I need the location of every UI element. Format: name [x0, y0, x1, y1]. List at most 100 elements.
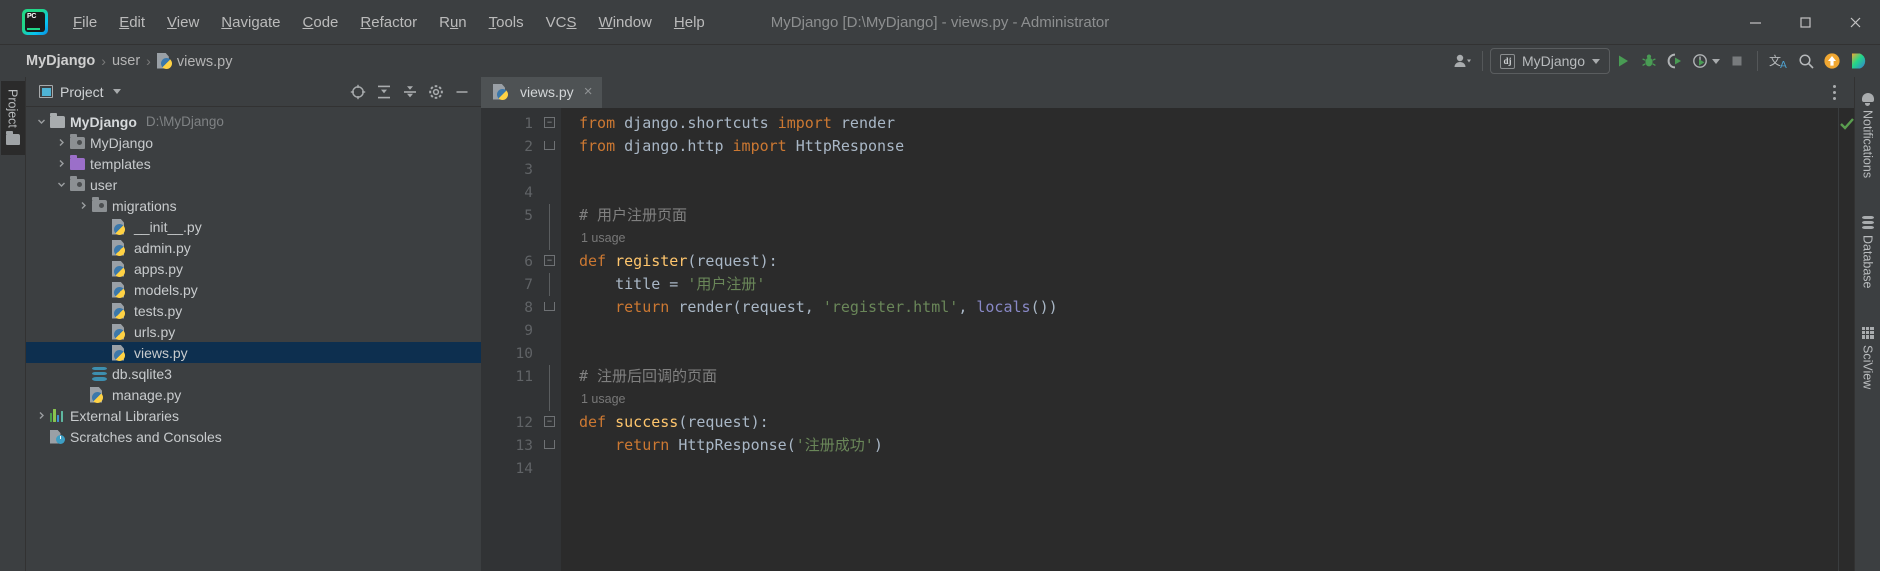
code-folding-gutter[interactable]: − − − — [541, 108, 561, 571]
fold-line: − — [541, 250, 561, 273]
menu-item-window[interactable]: Window — [588, 10, 663, 35]
fold-collapse-icon[interactable]: − — [544, 117, 555, 128]
fold-line — [541, 227, 561, 250]
sidebar-item-database[interactable]: Database — [1856, 208, 1880, 299]
code-text[interactable]: from django.shortcuts import render from… — [561, 108, 1838, 571]
tree-row-manage-py[interactable]: manage.py — [26, 384, 481, 405]
tree-label: tests.py — [134, 302, 183, 319]
run-button[interactable] — [1610, 48, 1636, 74]
fold-end-icon[interactable] — [544, 440, 555, 449]
hide-button[interactable] — [450, 80, 474, 104]
translate-button[interactable]: 文 A — [1765, 48, 1793, 74]
run-configuration-selector[interactable]: dj MyDjango — [1489, 48, 1610, 74]
inspection-gutter[interactable] — [1838, 108, 1854, 571]
breadcrumb-file-label: views.py — [176, 53, 233, 70]
select-opened-file-button[interactable] — [346, 80, 370, 104]
chevron-down-icon[interactable] — [54, 180, 68, 189]
fold-line — [541, 319, 561, 342]
run-coverage-button[interactable] — [1662, 48, 1688, 74]
menu-item-help[interactable]: Help — [663, 10, 716, 35]
tree-row-templates[interactable]: templates — [26, 153, 481, 174]
fold-line — [541, 204, 561, 227]
tree-row-init-py[interactable]: __init__.py — [26, 216, 481, 237]
menu-item-refactor[interactable]: Refactor — [349, 10, 428, 35]
chevron-right-icon[interactable] — [54, 159, 68, 168]
chevron-right-icon[interactable] — [34, 411, 48, 420]
menu-item-vcs[interactable]: VCS — [535, 10, 588, 35]
editor-tab-bar: views.py × — [481, 77, 1854, 108]
project-tree[interactable]: MyDjango D:\MyDjango MyDjango templates — [26, 107, 481, 571]
tree-row-mydjango-module[interactable]: MyDjango — [26, 132, 481, 153]
chevron-down-icon[interactable] — [112, 89, 121, 94]
menu-item-file[interactable]: File — [62, 10, 108, 35]
breadcrumb-item-folder[interactable]: user — [108, 51, 144, 71]
fold-collapse-icon[interactable]: − — [544, 416, 555, 427]
inspection-ok-icon[interactable] — [1840, 117, 1854, 135]
django-icon: dj — [1499, 53, 1515, 69]
project-panel-title: Project — [60, 83, 104, 100]
tree-row-mydjango-root[interactable]: MyDjango D:\MyDjango — [26, 111, 481, 132]
tree-row-migrations[interactable]: migrations — [26, 195, 481, 216]
code-line-7: title = '用户注册' — [579, 275, 766, 293]
left-stripe-label: Project — [5, 89, 20, 128]
code-editor[interactable]: 1 2 3 4 5 6 7 8 H 9 10 11 12 — [481, 108, 1854, 571]
menu-item-view[interactable]: View — [156, 10, 210, 35]
line-number: 7 — [524, 276, 533, 293]
menu-item-navigate[interactable]: Navigate — [210, 10, 291, 35]
minimize-button[interactable] — [1730, 0, 1780, 44]
tree-row-admin-py[interactable]: admin.py — [26, 237, 481, 258]
stop-button[interactable] — [1724, 48, 1750, 74]
tree-row-user[interactable]: user — [26, 174, 481, 195]
fold-collapse-icon[interactable]: − — [544, 255, 555, 266]
fold-end-icon[interactable] — [544, 141, 555, 150]
tree-row-external-libraries[interactable]: External Libraries — [26, 405, 481, 426]
usage-hint-success[interactable]: 1 usage — [561, 388, 1838, 411]
fold-line — [541, 365, 561, 388]
right-stripe-label: Database — [1860, 235, 1875, 289]
usage-hint-register[interactable]: 1 usage — [561, 227, 1838, 250]
profile-button[interactable] — [1688, 48, 1724, 74]
more-options-icon[interactable] — [1827, 81, 1842, 103]
settings-button[interactable] — [424, 80, 448, 104]
menu-item-code[interactable]: Code — [292, 10, 350, 35]
tree-label: models.py — [134, 281, 198, 298]
menu-item-edit[interactable]: Edit — [108, 10, 156, 35]
menu-item-tools[interactable]: Tools — [478, 10, 535, 35]
tree-label: External Libraries — [70, 407, 179, 424]
expand-all-button[interactable] — [372, 80, 396, 104]
sidebar-item-notifications[interactable]: Notifications — [1856, 83, 1880, 188]
code-line-13: return HttpResponse('注册成功') — [615, 436, 883, 454]
tree-row-models-py[interactable]: models.py — [26, 279, 481, 300]
editor-tab-views-py[interactable]: views.py × — [481, 77, 603, 108]
chevron-right-icon[interactable] — [76, 201, 90, 210]
tree-row-scratches-and-consoles[interactable]: Scratches and Consoles — [26, 426, 481, 447]
chevron-right-icon[interactable] — [54, 138, 68, 147]
maximize-button[interactable] — [1780, 0, 1830, 44]
tree-row-apps-py[interactable]: apps.py — [26, 258, 481, 279]
tree-row-tests-py[interactable]: tests.py — [26, 300, 481, 321]
close-button[interactable] — [1830, 0, 1880, 44]
folder-module-icon — [90, 196, 108, 212]
chevron-down-icon[interactable] — [34, 117, 48, 126]
breadcrumb-item-file[interactable]: views.py — [153, 51, 237, 72]
search-button[interactable] — [1793, 48, 1819, 74]
collapse-all-button[interactable] — [398, 80, 422, 104]
breadcrumb-item-project[interactable]: MyDjango — [22, 51, 99, 71]
user-account-button[interactable] — [1449, 48, 1475, 74]
ide-feature-button[interactable] — [1845, 48, 1872, 74]
breadcrumb: MyDjango › user › views.py — [22, 51, 236, 72]
chevron-down-icon — [1712, 58, 1720, 64]
tree-row-views-py[interactable]: views.py — [26, 342, 481, 363]
sidebar-item-sciview[interactable]: SciView — [1856, 319, 1880, 399]
tree-row-urls-py[interactable]: urls.py — [26, 321, 481, 342]
tree-row-db-sqlite3[interactable]: db.sqlite3 — [26, 363, 481, 384]
sidebar-item-project[interactable]: Project — [0, 81, 25, 155]
fold-end-icon[interactable] — [544, 302, 555, 311]
debug-button[interactable] — [1636, 48, 1662, 74]
menu-item-run[interactable]: Run — [428, 10, 478, 35]
fold-bar — [549, 273, 550, 296]
update-button[interactable] — [1819, 48, 1845, 74]
close-icon[interactable]: × — [584, 84, 593, 99]
